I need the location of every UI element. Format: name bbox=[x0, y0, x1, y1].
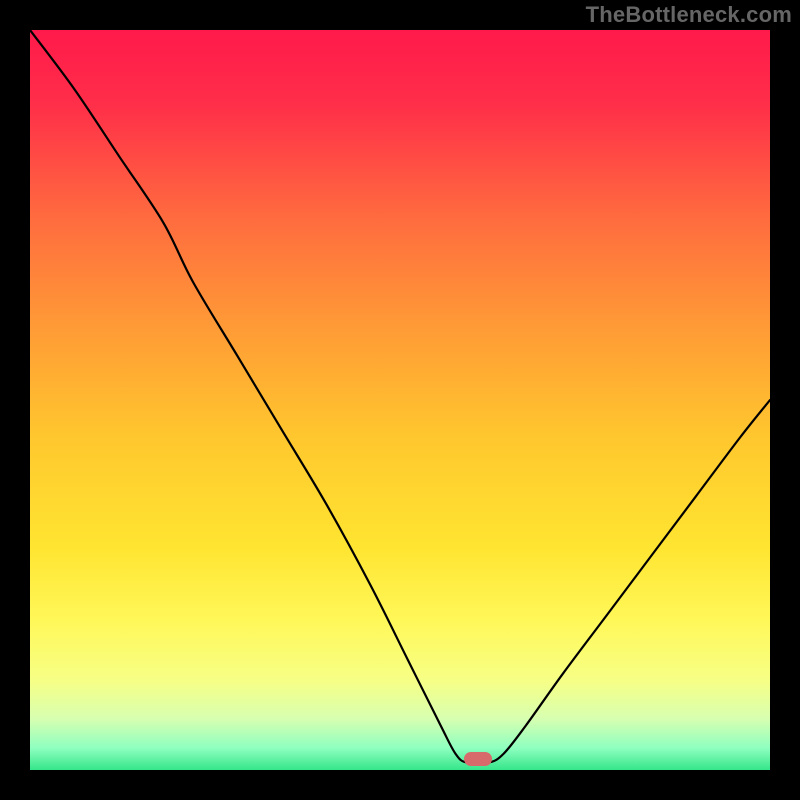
chart-frame: TheBottleneck.com bbox=[0, 0, 800, 800]
watermark-label: TheBottleneck.com bbox=[586, 2, 792, 28]
optimal-point-marker bbox=[464, 752, 492, 766]
plot-area bbox=[30, 30, 770, 770]
bottleneck-curve bbox=[30, 30, 770, 770]
